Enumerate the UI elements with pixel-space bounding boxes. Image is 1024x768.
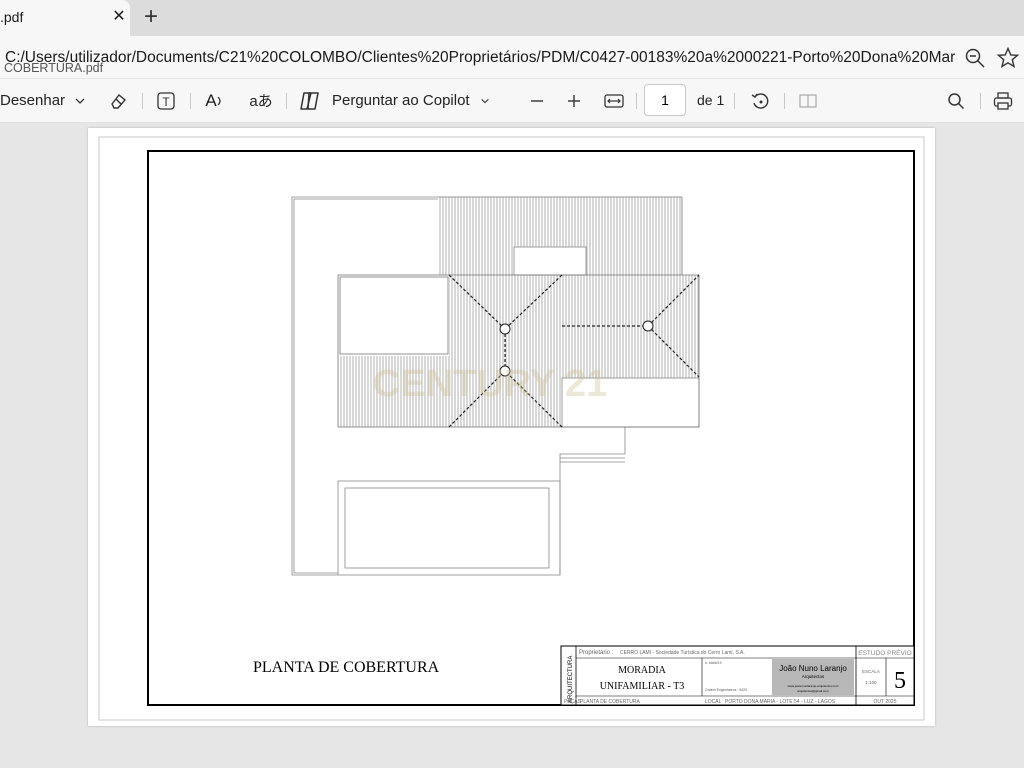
page-total: de 1 [697,92,725,108]
zoom-out-button[interactable] [526,79,548,122]
new-tab-button[interactable]: + [140,4,162,30]
translate-button[interactable]: aあ [246,79,276,122]
toolbar-separator [190,93,191,109]
read-aloud-icon: A [205,90,217,110]
toolbar-separator [286,93,287,109]
rotate-button[interactable] [747,79,773,122]
rotate-icon [751,92,769,109]
titleblock-project-line1: MORADIA [618,665,667,676]
titleblock-small-2: Ordem Engenheiros : 5420 [705,688,747,692]
titleblock-architect-web: www.joaonunolaranjo-arquitectos.com [788,684,839,688]
zoom-in-button[interactable] [563,79,585,122]
tab-bar: .pdf ✕ + [0,0,1024,36]
copilot-label: Perguntar ao Copilot [332,92,470,109]
titleblock-project-line2: UNIFAMILIAR - T3 [600,681,685,692]
page-view-icon [799,93,817,108]
titleblock-scale-value: 1:100 [865,680,877,685]
titleblock-local-label: LOCAL [705,699,722,705]
titleblock-small-1: n. ####/19 [705,661,722,665]
page-number-input[interactable]: 1 [644,84,686,116]
titleblock-architect-email: arquitectos@gmail.com [797,689,829,693]
eraser-icon[interactable] [104,79,132,122]
find-button[interactable] [944,79,968,122]
address-bar[interactable]: C:/Users/utilizador/Documents/C21%20COLO… [0,36,1024,78]
titleblock-pecas-value: PLANTA DE COBERTURA [580,699,640,705]
draw-label: Desenhar [0,92,66,109]
chevron-down-icon [480,98,489,103]
address-url[interactable]: C:/Users/utilizador/Documents/C21%20COLO… [5,49,955,67]
copilot-button[interactable]: Perguntar ao Copilot [298,79,494,122]
titleblock-local-value: PORTO DONA MARIA - LOTE 54 - LUZ - LAGOS [725,699,836,705]
print-button[interactable] [990,79,1016,122]
tab-title: .pdf [0,9,24,25]
toolbar-separator [142,93,143,109]
titleblock-date: OUT 2025 [874,699,897,705]
pdf-toolbar: Desenhar T A aあ Perguntar ao Copilot [0,79,1024,123]
titleblock-owner-value: CERRO LAMI - Sociedade Turística do Cerr… [620,650,745,656]
watermark: CENTURY 21 [373,363,607,405]
fit-width-icon [604,93,624,108]
minus-icon [531,99,543,102]
page-view-button[interactable] [796,79,820,122]
text-glyph: T [162,95,170,109]
titleblock-owner-label: Proprietário : [579,650,614,656]
draw-button[interactable]: Desenhar [0,79,66,122]
titleblock-architect-role: Arquitectos [802,674,825,679]
titleblock-phase: ESTUDO PRÉVIO [858,648,911,657]
search-icon [948,92,965,109]
plus-icon [568,94,580,107]
translate-icon: aあ [249,93,273,110]
titleblock-discipline: ARQUITECTURA [568,656,574,703]
drawing-title: PLANTA DE COBERTURA [253,659,440,676]
add-text-button[interactable]: T [152,79,180,122]
pdf-page: CENTURY 21 PLANTA DE COBERTURA ARQUITECT… [88,128,935,726]
toolbar-separator [636,93,637,109]
favorite-star-icon[interactable] [996,46,1020,70]
close-icon[interactable]: ✕ [109,7,129,27]
printer-icon [993,91,1013,110]
titleblock-scale-label: ESCALA [862,669,880,674]
toolbar-separator [980,93,981,109]
read-aloud-button[interactable]: A [200,79,230,122]
browser-tab[interactable]: .pdf ✕ [0,0,130,36]
zoom-out-icon[interactable] [964,47,986,69]
titleblock-sheet-number: 5 [894,668,906,694]
toolbar-separator [784,93,785,109]
copilot-icon [300,91,319,110]
chevron-down-icon[interactable] [70,79,90,122]
toolbar-separator [734,93,735,109]
document-name: COBERTURA.pdf [4,61,104,75]
titleblock-architect-name: João Nuno Laranjo [779,664,847,673]
title-block: ARQUITECTURA Proprietário : CERRO LAMI -… [560,645,915,706]
roof-plan-drawing: CENTURY 21 PLANTA DE COBERTURA ARQUITECT… [98,136,925,721]
fit-width-button[interactable] [602,79,626,122]
titleblock-pecas-label: PEÇAS [564,699,582,705]
